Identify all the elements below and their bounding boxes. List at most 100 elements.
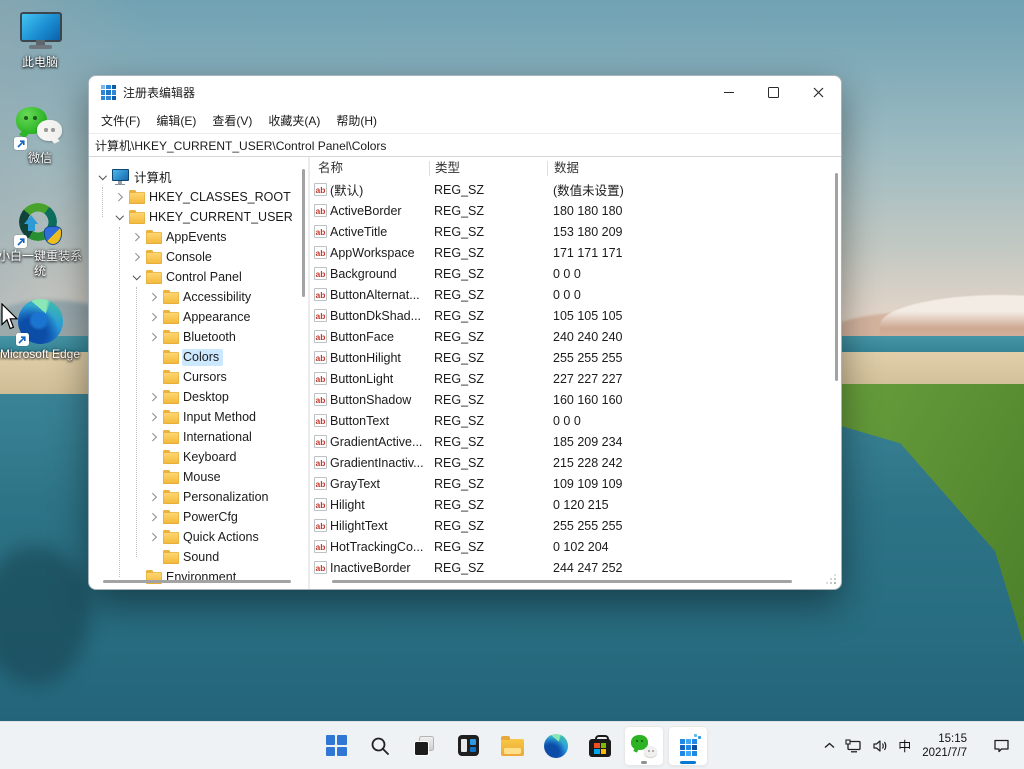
tree-item-8[interactable]: Bluetooth [89,327,308,347]
registry-value-row-7[interactable]: abButtonFaceREG_SZ240 240 240 [310,326,841,347]
task-view-button[interactable] [404,726,444,766]
tree-item-16[interactable]: Personalization [89,487,308,507]
chevron-right-icon[interactable] [146,409,162,425]
tree-item-5[interactable]: Control Panel [89,267,308,287]
menu-item-4[interactable]: 帮助(H) [328,109,385,133]
tree-item-2[interactable]: HKEY_CURRENT_USER [89,207,308,227]
registry-editor-taskbar-button[interactable] [668,726,708,766]
registry-value-row-18[interactable]: abInactiveBorderREG_SZ244 247 252 [310,557,841,578]
registry-value-row-14[interactable]: abGrayTextREG_SZ109 109 109 [310,473,841,494]
tree-vertical-scrollbar[interactable] [302,169,305,297]
edge-button[interactable] [536,726,576,766]
registry-value-row-17[interactable]: abHotTrackingCo...REG_SZ0 102 204 [310,536,841,557]
title-bar[interactable]: 注册表编辑器 [89,76,841,109]
chevron-right-icon[interactable] [129,229,145,245]
close-button[interactable] [796,76,841,109]
running-indicator [641,761,647,764]
registry-value-row-3[interactable]: abAppWorkspaceREG_SZ171 171 171 [310,242,841,263]
menu-item-2[interactable]: 查看(V) [204,109,260,133]
tree-item-10[interactable]: Cursors [89,367,308,387]
registry-value-row-10[interactable]: abButtonShadowREG_SZ160 160 160 [310,389,841,410]
tree-item-label: Console [166,249,216,266]
tree-item-13[interactable]: International [89,427,308,447]
chevron-down-icon[interactable] [112,209,128,225]
notification-center-button[interactable] [985,722,1018,769]
folder-icon [163,392,179,404]
store-button[interactable] [580,726,620,766]
volume-tray-button[interactable] [867,722,893,769]
chevron-down-icon[interactable] [95,169,111,185]
tree-item-7[interactable]: Appearance [89,307,308,327]
tree-horizontal-scrollbar[interactable] [103,580,291,583]
address-bar[interactable]: 计算机\HKEY_CURRENT_USER\Control Panel\Colo… [89,134,841,157]
tree-item-14[interactable]: Keyboard [89,447,308,467]
maximize-button[interactable] [751,76,796,109]
chevron-right-icon[interactable] [146,389,162,405]
list-vertical-scrollbar[interactable] [835,173,838,381]
tree-item-1[interactable]: HKEY_CLASSES_ROOT [89,187,308,207]
registry-value-row-9[interactable]: abButtonLightREG_SZ227 227 227 [310,368,841,389]
registry-value-row-16[interactable]: abHilightTextREG_SZ255 255 255 [310,515,841,536]
menu-item-3[interactable]: 收藏夹(A) [260,109,328,133]
reg-sz-icon: ab [314,561,327,574]
registry-value-row-8[interactable]: abButtonHilightREG_SZ255 255 255 [310,347,841,368]
registry-value-row-0[interactable]: ab(默认)REG_SZ(数值未设置) [310,179,841,200]
minimize-button[interactable] [706,76,751,109]
desktop-icon-xiaobai[interactable]: 小白一键重装系统 [0,202,82,279]
desktop-icon-this-pc[interactable]: 此电脑 [0,12,82,70]
registry-value-row-15[interactable]: abHilightREG_SZ0 120 215 [310,494,841,515]
menu-item-1[interactable]: 编辑(E) [148,109,204,133]
desktop-icon-wechat[interactable]: 微信 [0,106,82,166]
column-header-data[interactable]: 数据 [547,161,841,176]
column-header-type[interactable]: 类型 [429,161,547,176]
value-data: 0 120 215 [547,498,841,512]
chevron-right-icon[interactable] [146,509,162,525]
registry-value-row-4[interactable]: abBackgroundREG_SZ0 0 0 [310,263,841,284]
tree-item-12[interactable]: Input Method [89,407,308,427]
chevron-right-icon[interactable] [146,309,162,325]
registry-value-row-2[interactable]: abActiveTitleREG_SZ153 180 209 [310,221,841,242]
menu-item-0[interactable]: 文件(F) [93,109,148,133]
tree-item-0[interactable]: 计算机 [89,167,308,187]
wechat-taskbar-button[interactable] [624,726,664,766]
tree-item-4[interactable]: Console [89,247,308,267]
chevron-right-icon[interactable] [146,289,162,305]
tree-item-3[interactable]: AppEvents [89,227,308,247]
registry-value-row-5[interactable]: abButtonAlternat...REG_SZ0 0 0 [310,284,841,305]
clock[interactable]: 15:15 2021/7/7 [916,732,973,760]
chevron-right-icon[interactable] [146,529,162,545]
list-horizontal-scrollbar[interactable] [332,580,792,583]
tree-item-18[interactable]: Quick Actions [89,527,308,547]
value-data: 180 180 180 [547,204,841,218]
reg-sz-icon: ab [314,393,327,406]
chevron-right-icon[interactable] [129,249,145,265]
chevron-right-icon[interactable] [112,189,128,205]
chevron-right-icon[interactable] [146,429,162,445]
tray-chevron-button[interactable] [819,722,840,769]
file-explorer-button[interactable] [492,726,532,766]
chevron-down-icon[interactable] [129,269,145,285]
tree-item-9[interactable]: Colors [89,347,308,367]
tree-item-19[interactable]: Sound [89,547,308,567]
registry-value-row-6[interactable]: abButtonDkShad...REG_SZ105 105 105 [310,305,841,326]
ime-indicator[interactable]: 中 [893,722,916,769]
column-header-name[interactable]: 名称 [310,161,429,176]
registry-value-row-11[interactable]: abButtonTextREG_SZ0 0 0 [310,410,841,431]
widgets-button[interactable] [448,726,488,766]
chevron-right-icon[interactable] [146,329,162,345]
search-button[interactable] [360,726,400,766]
folder-icon [163,472,179,484]
folder-icon [146,232,162,244]
registry-value-row-13[interactable]: abGradientInactiv...REG_SZ215 228 242 [310,452,841,473]
network-tray-button[interactable] [840,722,867,769]
tree-item-15[interactable]: Mouse [89,467,308,487]
window-resize-grip[interactable] [834,582,836,584]
chevron-right-icon[interactable] [146,489,162,505]
tree-item-11[interactable]: Desktop [89,387,308,407]
tree-item-20[interactable]: Environment [89,567,308,587]
tree-item-17[interactable]: PowerCfg [89,507,308,527]
registry-value-row-1[interactable]: abActiveBorderREG_SZ180 180 180 [310,200,841,221]
registry-value-row-12[interactable]: abGradientActive...REG_SZ185 209 234 [310,431,841,452]
tree-item-6[interactable]: Accessibility [89,287,308,307]
start-button[interactable] [316,726,356,766]
